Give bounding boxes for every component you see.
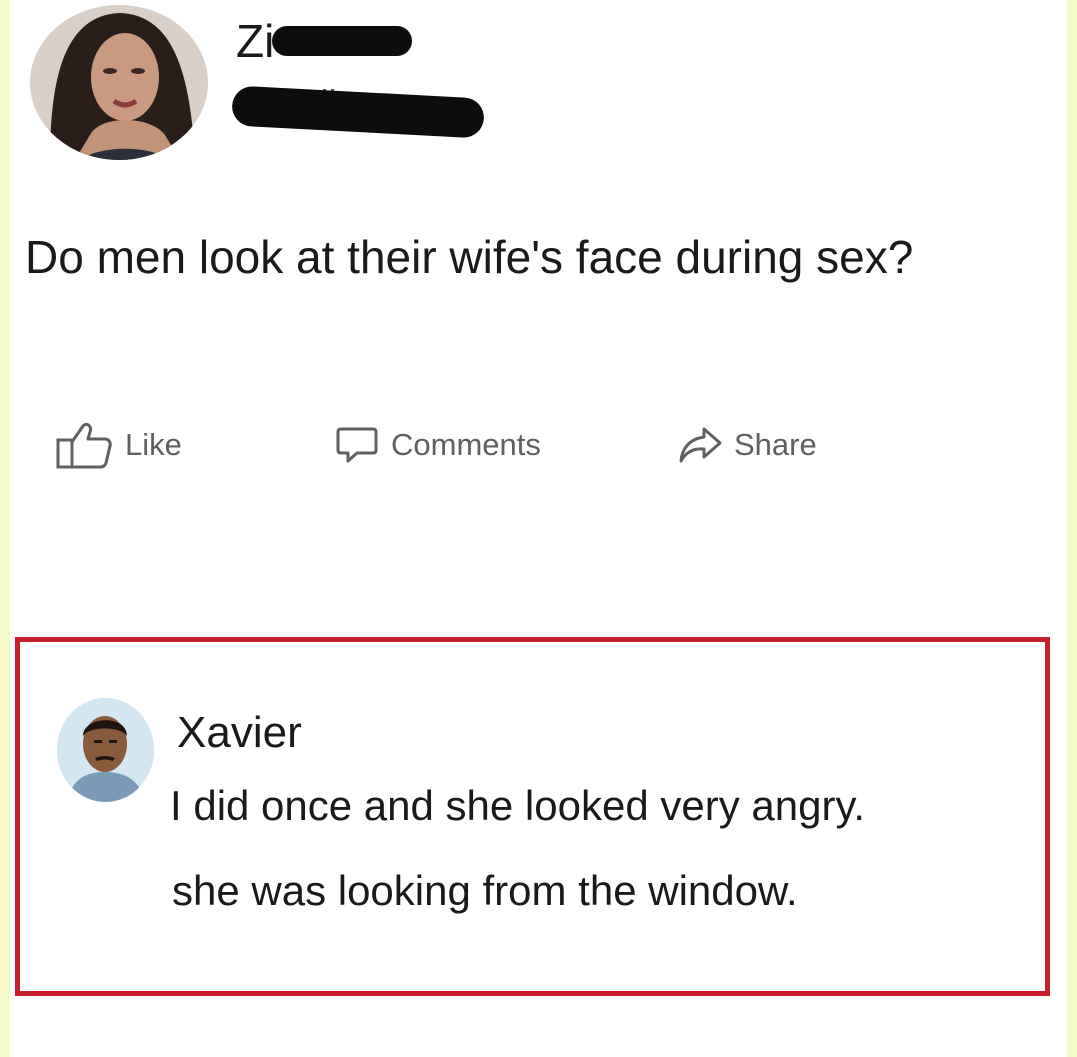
post-author-name[interactable]: Zi (236, 14, 274, 68)
commenter-avatar[interactable] (57, 698, 154, 802)
handle-redaction-mark (231, 85, 485, 139)
comment-text-line-1: I did once and she looked very angry. (170, 782, 865, 829)
comment-text-line-2: she was looking from the window. (172, 867, 798, 914)
comments-button[interactable]: Comments (335, 420, 541, 470)
share-label: Share (734, 427, 817, 462)
name-redaction-mark (272, 26, 412, 56)
thumbs-up-icon (56, 422, 112, 469)
like-button[interactable]: Like (55, 420, 182, 470)
highlighted-comment: Xavier I did once and she looked very an… (15, 637, 1050, 996)
woman-avatar-icon (30, 5, 208, 160)
post-card: Zi @k zils Do men look at their wife's f… (10, 0, 1067, 1057)
man-avatar-icon (57, 698, 154, 802)
post-author-avatar[interactable] (30, 5, 208, 160)
share-button[interactable]: Share (678, 420, 817, 470)
commenter-name[interactable]: Xavier (177, 708, 302, 758)
like-label: Like (125, 427, 182, 462)
share-arrow-icon (679, 427, 722, 463)
comment-bubble-icon (336, 427, 378, 463)
post-text: Do men look at their wife's face during … (25, 231, 914, 283)
comments-label: Comments (391, 427, 541, 462)
